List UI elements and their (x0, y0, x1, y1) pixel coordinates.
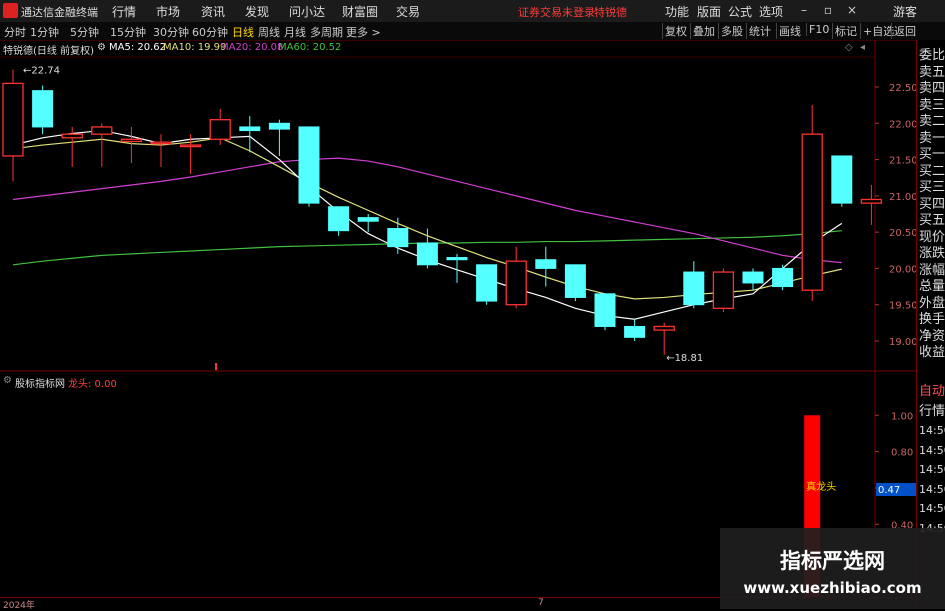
tick-field-6: 14:50 (919, 502, 945, 515)
tick-field-4: 14:50 (919, 463, 945, 476)
candle-body-17 (505, 260, 527, 306)
candle-body-4 (120, 138, 143, 143)
watermark: 指标严选网 www.xuezhibiao.com (720, 528, 945, 609)
candle-body-25 (742, 271, 764, 284)
right-quote-panel: 委比 卖五 卖四 卖三 卖二 卖一 买一 买二 买三 买四 买五 现价 涨跌 涨幅 总量 外盘 换手 净资 收益自动… (916, 40, 945, 609)
candle-body-21 (624, 325, 646, 338)
quote-field-1: 卖五 (919, 64, 945, 80)
candle-body-26 (772, 267, 794, 288)
month-mark: 7 (538, 598, 544, 608)
candle-body-11 (328, 206, 350, 232)
quote-field-15: 外盘 (919, 295, 945, 311)
quote-field-0: 委比 (919, 48, 945, 63)
candle-body-10 (298, 126, 320, 204)
candle-body-2 (61, 133, 83, 139)
sub-indicator-header: ⚙ 股标指标网 龙头: 0.00 (0, 372, 875, 390)
candle-body-13 (387, 228, 409, 248)
sub-y-tick-label-1: 0.80 (891, 448, 913, 459)
tick-field-0[interactable]: 自动 (919, 384, 945, 400)
candle-body-3 (91, 126, 113, 135)
candle-body-12 (357, 217, 379, 222)
candle-body-27 (801, 133, 823, 291)
tick-field-3: 14:50 (919, 443, 945, 457)
candle-body-16 (476, 264, 498, 302)
quote-field-3: 卖三 (919, 97, 945, 113)
quote-field-8: 买三 (919, 180, 945, 195)
candle-body-19 (564, 264, 586, 298)
candle-body-14 (416, 242, 438, 266)
candle-body-9 (268, 122, 290, 130)
sub-y-tick-label-0: 1.00 (891, 411, 913, 422)
quote-field-11: 现价 (919, 229, 945, 245)
tick-field-1[interactable]: 行情 (919, 404, 945, 420)
candle-body-0 (2, 82, 24, 157)
quote-field-17: 净资 (919, 328, 945, 344)
y-tick-label-4: 20.50 (889, 228, 918, 239)
quote-field-2: 卖四 (919, 81, 945, 96)
candle-body-6 (179, 144, 202, 148)
candle-body-18 (535, 259, 557, 269)
y-tick-label-0: 22.50 (889, 83, 918, 94)
year-label: 2024年 (3, 601, 35, 611)
quote-field-16: 换手 (919, 312, 945, 327)
candle-body-23 (683, 271, 705, 306)
quote-field-13: 涨幅 (919, 262, 945, 278)
sub-indicator-name: 股标指标网 (15, 379, 65, 390)
watermark-title: 指标严选网 (780, 549, 885, 573)
high-annotation: ←22.74 (23, 66, 60, 77)
quote-field-5: 卖一 (919, 130, 945, 146)
watermark-url: www.xuezhibiao.com (743, 579, 922, 597)
signal-label: 真龙头 (806, 480, 836, 493)
quote-field-4: 卖二 (919, 114, 945, 129)
y-tick-label-5: 20.00 (889, 264, 918, 275)
quote-field-9: 买四 (919, 196, 945, 212)
y-tick-label-2: 21.50 (889, 156, 918, 167)
sub-settings-icon[interactable]: ⚙ (3, 375, 12, 386)
quote-field-10: 买五 (919, 213, 945, 228)
y-tick-label-7: 19.00 (889, 337, 918, 348)
quote-field-6: 买一 (919, 147, 945, 162)
quote-field-18: 收益 (919, 345, 945, 360)
candle-body-7 (209, 119, 231, 140)
axis-marker-label: 0.47 (878, 485, 900, 496)
candle-body-29 (860, 198, 883, 204)
candle-body-20 (594, 293, 616, 327)
quote-field-14: 总量 (919, 279, 945, 294)
candle-body-22 (653, 325, 675, 331)
candle-body-1 (32, 90, 54, 128)
y-tick-label-3: 21.00 (889, 192, 918, 203)
candle-body-24 (712, 271, 735, 309)
candle-body-5 (150, 141, 172, 145)
candle-body-15 (446, 257, 468, 261)
tick-field-5: 14:50 (919, 482, 945, 496)
y-tick-label-1: 22.00 (889, 119, 918, 130)
low-annotation: ←18.81 (666, 353, 703, 364)
quote-field-12: 涨跌 (919, 246, 945, 261)
y-tick-label-6: 19.50 (889, 301, 918, 312)
candle-body-8 (239, 126, 261, 132)
quote-field-7: 买二 (919, 163, 945, 179)
chart-area: 22.50 22.00 21.50 21.00 20.50 20.00 19.50 19.00… (0, 40, 918, 597)
candle-body-28 (831, 155, 853, 204)
sub-indicator-value: 龙头: 0.00 (68, 379, 117, 390)
tick-field-2: 14:50 (919, 424, 945, 437)
